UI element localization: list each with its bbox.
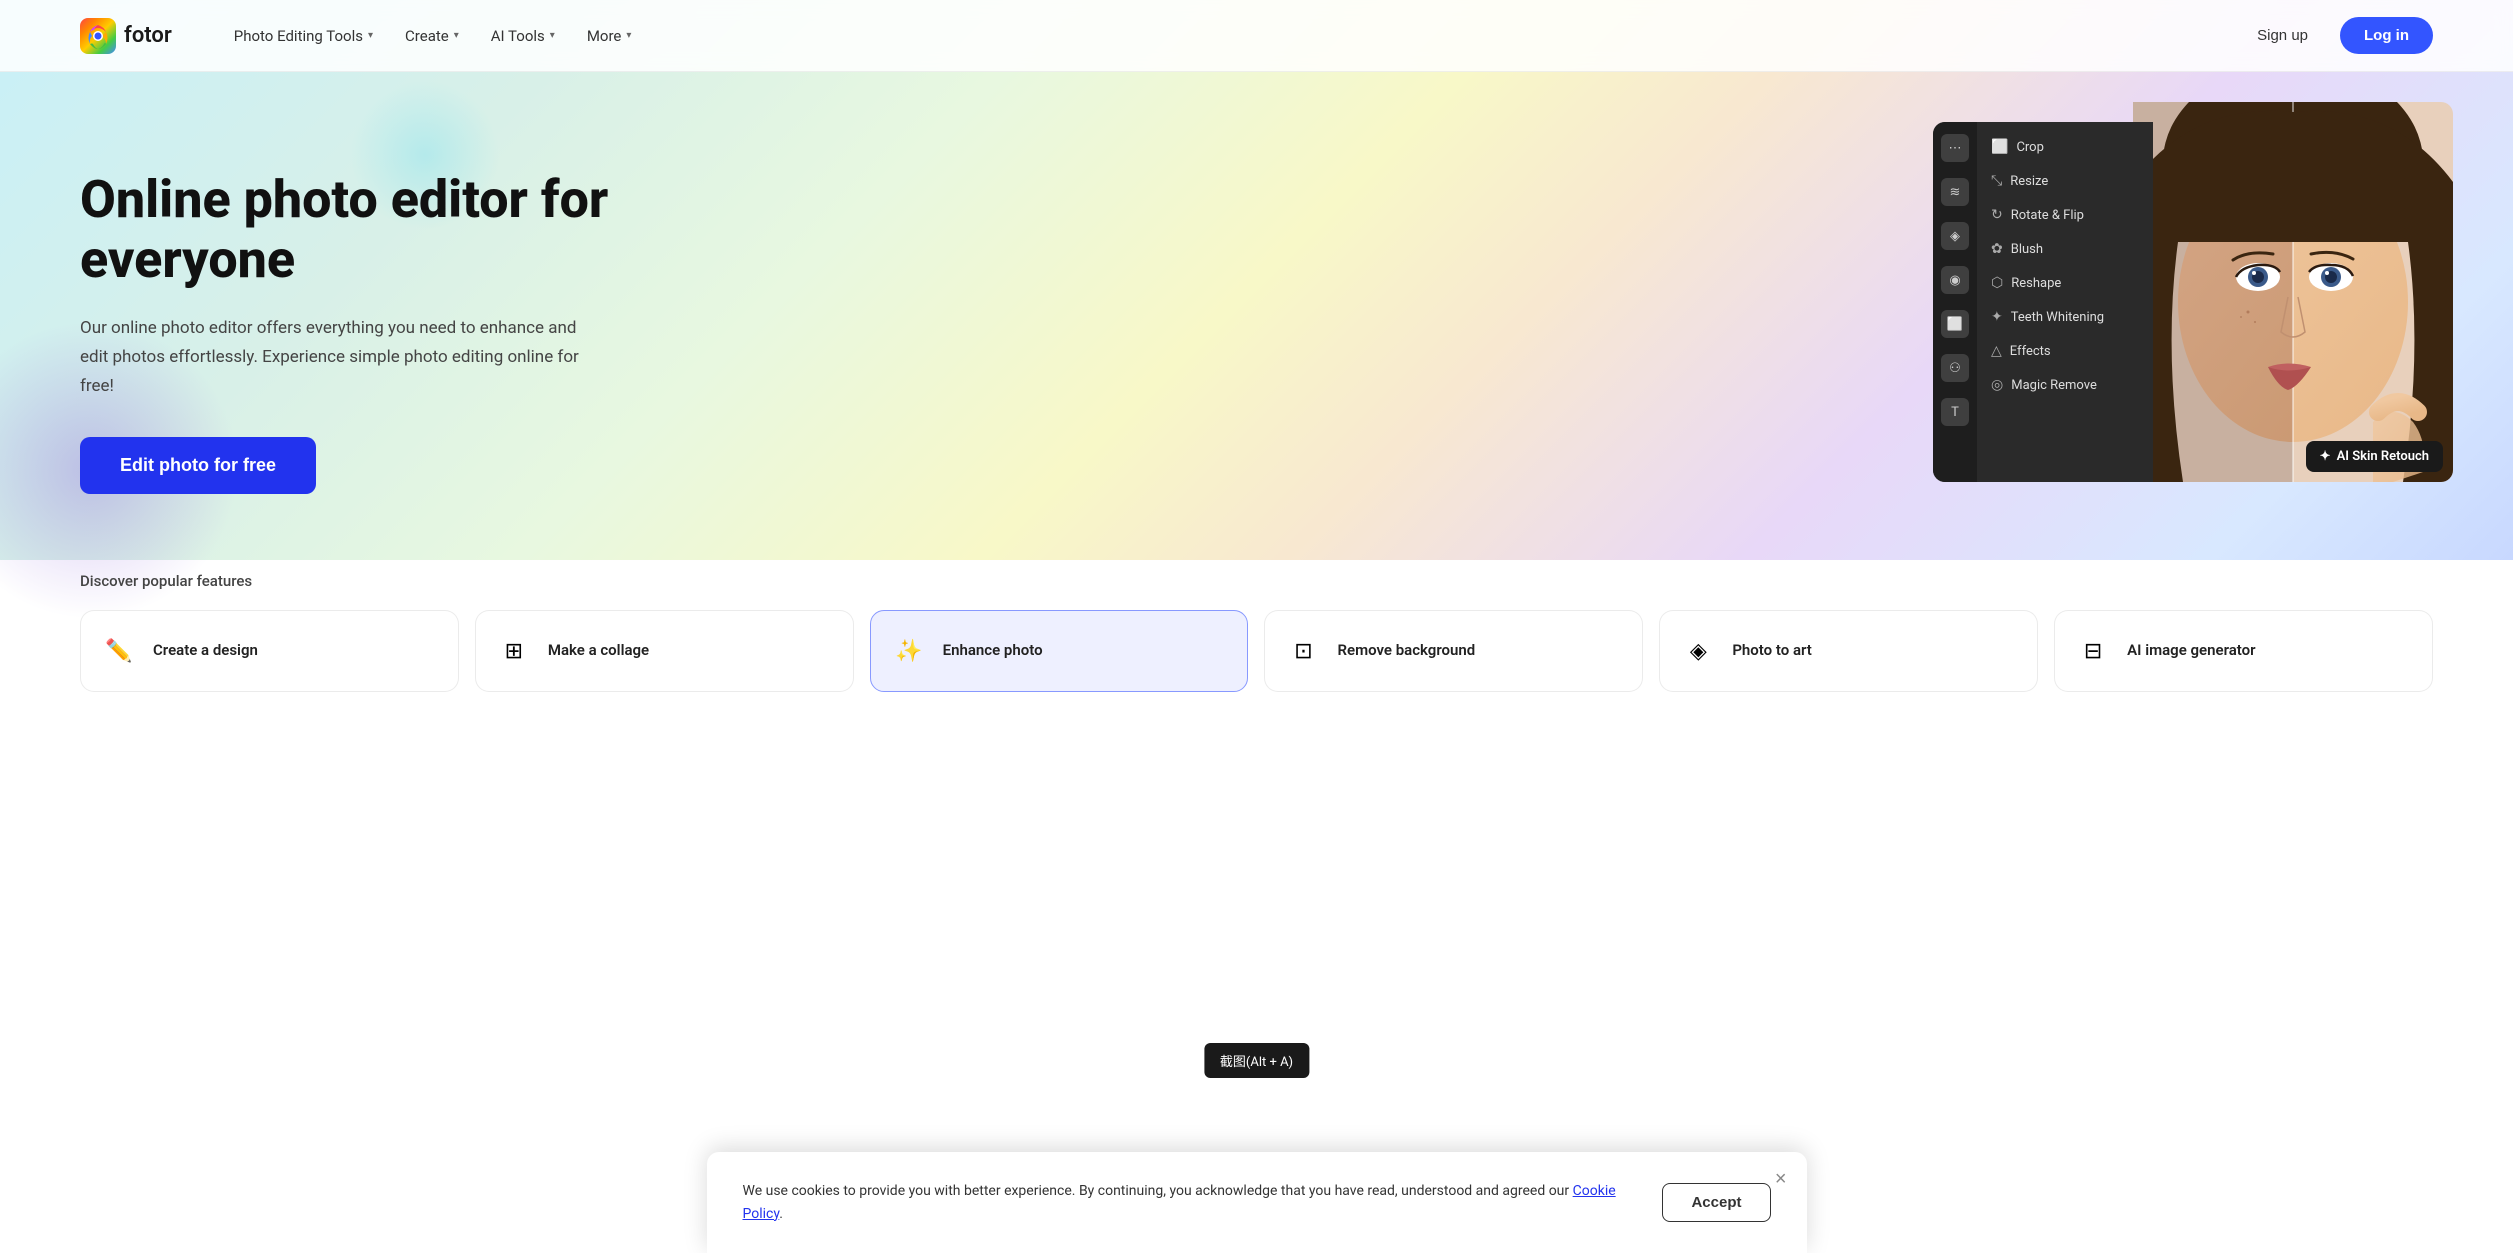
sidebar-icon-grid: ⋯ — [1941, 134, 1969, 162]
nav-item-photo-editing[interactable]: Photo Editing Tools ▾ — [220, 19, 387, 53]
ai-generator-icon: ⊟ — [2073, 631, 2113, 671]
feature-name-remove-bg: Remove background — [1337, 641, 1475, 661]
enhance-icon: ✨ — [889, 631, 929, 671]
feature-card-photo-art[interactable]: ◈ Photo to art — [1659, 610, 2038, 692]
face-illustration — [2133, 102, 2453, 482]
menu-item-magic-remove[interactable]: ◎ Magic Remove — [1977, 368, 2153, 402]
feature-name-photo-art: Photo to art — [1732, 641, 1812, 661]
nav-item-create[interactable]: Create ▾ — [391, 19, 473, 53]
screenshot-tooltip: 截图(Alt + A) — [1204, 1043, 1309, 1078]
features-label: Discover popular features — [80, 572, 2433, 590]
effects-icon: △ — [1991, 343, 2002, 359]
crop-icon: ⬜ — [1991, 139, 2008, 155]
blush-icon: ✿ — [1991, 241, 2003, 257]
photo-art-icon: ◈ — [1678, 631, 1718, 671]
hero-content: Online photo editor for everyone Our onl… — [80, 170, 700, 493]
feature-name-create-design: Create a design — [153, 641, 258, 661]
menu-item-crop[interactable]: ⬜ Crop — [1977, 130, 2153, 164]
login-button[interactable]: Log in — [2340, 17, 2433, 54]
panel-sidebar: ⋯ ≋ ◈ ◉ ⬜ ⚇ T — [1933, 122, 1977, 482]
logo[interactable]: fotor — [80, 18, 172, 54]
logo-text: fotor — [124, 23, 172, 48]
sidebar-icon-adjust: ≋ — [1941, 178, 1969, 206]
nav-item-ai-tools[interactable]: AI Tools ▾ — [477, 19, 569, 53]
nav-item-more[interactable]: More ▾ — [573, 19, 646, 53]
feature-name-collage: Make a collage — [548, 641, 649, 661]
resize-icon: ⤡ — [1991, 173, 2002, 189]
ai-badge-icon: ✦ — [2320, 449, 2331, 464]
cookie-text: We use cookies to provide you with bette… — [743, 1180, 1639, 1225]
cta-button[interactable]: Edit photo for free — [80, 437, 316, 494]
menu-item-teeth[interactable]: ✦ Teeth Whitening — [1977, 300, 2153, 334]
chevron-down-icon: ▾ — [368, 30, 373, 41]
logo-icon — [80, 18, 116, 54]
feature-card-create-design[interactable]: ✏️ Create a design — [80, 610, 459, 692]
ai-badge-label: AI Skin Retouch — [2337, 449, 2429, 464]
nav-links: Photo Editing Tools ▾ Create ▾ AI Tools … — [220, 19, 2241, 53]
reshape-icon: ⬡ — [1991, 275, 2003, 291]
sidebar-icon-text: T — [1941, 398, 1969, 426]
sidebar-icon-person: ⚇ — [1941, 354, 1969, 382]
photo-frame — [2133, 102, 2453, 482]
panel-menu: ⬜ Crop ⤡ Resize ↻ Rotate & Flip ✿ Blush … — [1977, 122, 2153, 482]
sidebar-icon-eye: ◉ — [1941, 266, 1969, 294]
signup-button[interactable]: Sign up — [2241, 19, 2324, 52]
create-design-icon: ✏️ — [99, 631, 139, 671]
accept-button[interactable]: Accept — [1662, 1183, 1770, 1222]
chevron-down-icon: ▾ — [626, 30, 631, 41]
feature-name-ai-generator: AI image generator — [2127, 641, 2255, 661]
teeth-icon: ✦ — [1991, 309, 2003, 325]
hero-description: Our online photo editor offers everythin… — [80, 314, 600, 401]
cookie-close-button[interactable]: × — [1775, 1168, 1787, 1191]
chevron-down-icon: ▾ — [550, 30, 555, 41]
menu-item-rotate[interactable]: ↻ Rotate & Flip — [1977, 198, 2153, 232]
collage-icon: ⊞ — [494, 631, 534, 671]
cookie-banner: We use cookies to provide you with bette… — [707, 1152, 1807, 1253]
ai-badge: ✦ AI Skin Retouch — [2306, 441, 2443, 472]
feature-card-remove-bg[interactable]: ⊡ Remove background — [1264, 610, 1643, 692]
menu-item-blush[interactable]: ✿ Blush — [1977, 232, 2153, 266]
navbar: fotor Photo Editing Tools ▾ Create ▾ AI … — [0, 0, 2513, 72]
feature-card-collage[interactable]: ⊞ Make a collage — [475, 610, 854, 692]
hero-image: ⋯ ≋ ◈ ◉ ⬜ ⚇ T ⬜ Crop ⤡ Resize ↻ R — [1933, 102, 2453, 502]
hero-section: Online photo editor for everyone Our onl… — [0, 72, 2513, 572]
feature-name-enhance: Enhance photo — [943, 641, 1043, 661]
chevron-down-icon: ▾ — [454, 30, 459, 41]
editor-panel: ⋯ ≋ ◈ ◉ ⬜ ⚇ T ⬜ Crop ⤡ Resize ↻ R — [1933, 122, 2153, 482]
features-grid: ✏️ Create a design ⊞ Make a collage ✨ En… — [80, 610, 2433, 692]
sidebar-icon-filter: ◈ — [1941, 222, 1969, 250]
sidebar-icon-shape: ⬜ — [1941, 310, 1969, 338]
menu-item-resize[interactable]: ⤡ Resize — [1977, 164, 2153, 198]
feature-card-enhance[interactable]: ✨ Enhance photo — [870, 610, 1249, 692]
rotate-icon: ↻ — [1991, 207, 2003, 223]
remove-bg-icon: ⊡ — [1283, 631, 1323, 671]
menu-item-reshape[interactable]: ⬡ Reshape — [1977, 266, 2153, 300]
features-section: Discover popular features ✏️ Create a de… — [0, 572, 2513, 732]
nav-auth: Sign up Log in — [2241, 17, 2433, 54]
menu-item-effects[interactable]: △ Effects — [1977, 334, 2153, 368]
feature-card-ai-generator[interactable]: ⊟ AI image generator — [2054, 610, 2433, 692]
magic-remove-icon: ◎ — [1991, 377, 2003, 393]
hero-title: Online photo editor for everyone — [80, 170, 700, 290]
